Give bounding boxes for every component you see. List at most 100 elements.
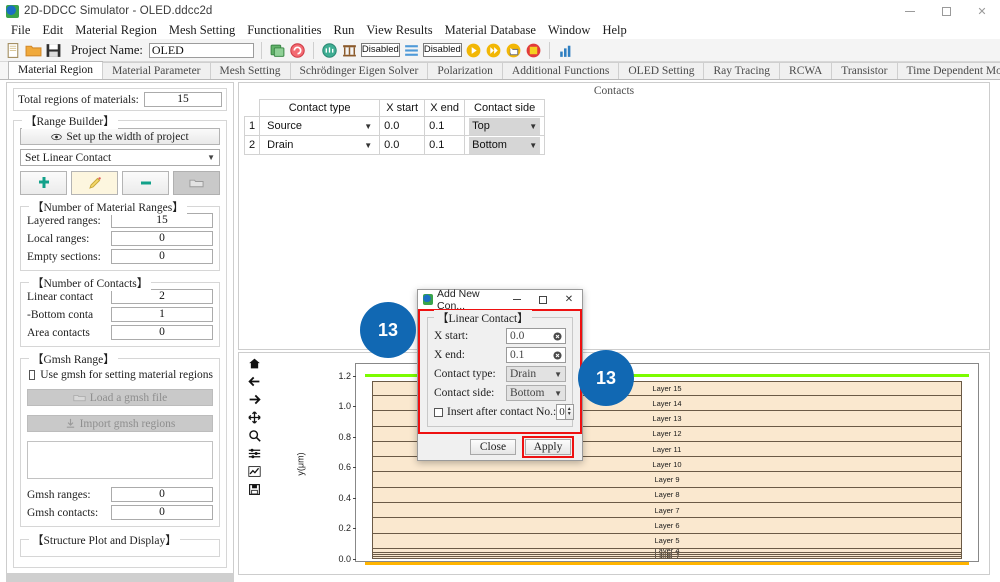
remove-range-button[interactable] <box>122 171 169 195</box>
edit-range-button[interactable] <box>71 171 118 195</box>
y-tick: 0.4 <box>338 493 356 503</box>
y-tick: 0.0 <box>338 554 356 564</box>
apply-button[interactable]: Apply <box>525 439 571 455</box>
x-end-input[interactable]: 0.1 <box>506 347 566 363</box>
dialog-close-button[interactable]: ✕ <box>556 290 582 309</box>
stop-icon[interactable] <box>525 42 542 59</box>
window-title: 2D-DDCC Simulator - OLED.ddcc2d <box>24 5 213 17</box>
menu-functionalities[interactable]: Functionalities <box>241 22 327 39</box>
tab-ray-tracing[interactable]: Ray Tracing <box>703 62 781 79</box>
gmsh-file-list[interactable] <box>27 441 213 479</box>
save-plot-icon[interactable] <box>248 483 261 496</box>
tab-rcwa[interactable]: RCWA <box>779 62 833 79</box>
set-width-button[interactable]: Set up the width of project <box>20 128 220 145</box>
new-file-icon[interactable] <box>5 42 22 59</box>
x-start-cell[interactable]: 0.0 <box>379 135 426 155</box>
home-icon[interactable] <box>248 357 261 370</box>
menu-mesh-setting[interactable]: Mesh Setting <box>163 22 241 39</box>
contact-side-select[interactable]: Bottom ▼ <box>506 385 566 401</box>
forward-arrow-icon[interactable] <box>248 393 261 406</box>
menu-material-region[interactable]: Material Region <box>69 22 163 39</box>
open-folder-icon[interactable] <box>25 42 42 59</box>
dialog-body: 【Linear Contact】 X start: 0.0 X end: 0.1… <box>420 310 580 432</box>
zoom-icon[interactable] <box>248 429 261 442</box>
menu-run[interactable]: Run <box>328 22 361 39</box>
menu-material-database[interactable]: Material Database <box>439 22 542 39</box>
total-regions-input[interactable]: 15 <box>143 92 222 107</box>
contact-side-cell[interactable]: Bottom ▼ <box>464 135 546 155</box>
project-name-input[interactable]: OLED <box>148 42 254 58</box>
contact-type-select[interactable]: Drain ▼ <box>506 366 566 382</box>
dialog-minimize-button[interactable] <box>504 290 530 309</box>
clear-icon[interactable] <box>553 350 562 360</box>
use-gmsh-checkbox-row[interactable]: Use gmsh for setting material regions <box>29 369 213 381</box>
table-row[interactable]: 2 Drain ▼ 0.0 0.1 Bottom ▼ <box>243 135 546 155</box>
linear-contact-input[interactable]: 2 <box>111 289 213 304</box>
tab-schrodinger-eigen-solver[interactable]: Schrödinger Eigen Solver <box>289 62 429 79</box>
x-start-input[interactable]: 0.0 <box>506 328 566 344</box>
table-row[interactable]: 1 Source ▼ 0.0 0.1 Top ▼ <box>243 116 546 136</box>
minimize-button[interactable] <box>892 0 928 22</box>
insert-after-checkbox-row[interactable]: Insert after contact No.: <box>434 406 556 418</box>
pan-icon[interactable] <box>247 411 261 424</box>
gmsh-contacts-input[interactable]: 0 <box>111 505 213 520</box>
tab-mesh-setting[interactable]: Mesh Setting <box>209 62 291 79</box>
save-icon[interactable] <box>45 42 62 59</box>
empty-sections-input[interactable]: 0 <box>111 249 213 264</box>
menu-help[interactable]: Help <box>596 22 632 39</box>
dialog-maximize-button[interactable] <box>530 290 556 309</box>
tab-time-dependent-module[interactable]: Time Dependent Module <box>896 62 1000 79</box>
tab-additional-functions[interactable]: Additional Functions <box>501 62 620 79</box>
contact-type-cell[interactable]: Drain ▼ <box>259 135 381 155</box>
use-gmsh-checkbox[interactable] <box>29 370 36 380</box>
run-batch-icon[interactable] <box>505 42 522 59</box>
chart-icon[interactable] <box>557 42 574 59</box>
disabled-field-2[interactable]: Disabled <box>422 43 462 57</box>
menu-view-results[interactable]: View Results <box>360 22 438 39</box>
configure-subplots-icon[interactable] <box>248 447 261 460</box>
add-range-button[interactable] <box>20 171 67 195</box>
insert-after-checkbox[interactable] <box>434 407 443 417</box>
insert-after-value[interactable]: 0 <box>556 404 565 420</box>
back-arrow-icon[interactable] <box>247 375 261 388</box>
close-button[interactable]: Close <box>470 439 516 455</box>
local-ranges-input[interactable]: 0 <box>111 231 213 246</box>
gmsh-ranges-input[interactable]: 0 <box>111 487 213 502</box>
tab-transistor[interactable]: Transistor <box>831 62 898 79</box>
load-gmsh-label: Load a gmsh file <box>89 391 168 404</box>
close-button[interactable]: ✕ <box>964 0 1000 22</box>
edit-curve-icon[interactable] <box>247 465 261 478</box>
x-end-cell[interactable]: 0.1 <box>424 116 466 136</box>
tab-polarization[interactable]: Polarization <box>427 62 503 79</box>
run-all-icon[interactable] <box>485 42 502 59</box>
y-axis-label: y(μm) <box>295 451 306 476</box>
sidebar-horizontal-scrollbar[interactable] <box>6 573 234 582</box>
reload-icon[interactable] <box>289 42 306 59</box>
tab-material-region[interactable]: Material Region <box>8 61 104 79</box>
run-icon[interactable] <box>465 42 482 59</box>
structure-icon[interactable] <box>341 42 358 59</box>
area-contacts-input[interactable]: 0 <box>111 325 213 340</box>
list-icon[interactable] <box>403 42 420 59</box>
refresh-icon[interactable] <box>269 42 286 59</box>
x-end-cell[interactable]: 0.1 <box>424 135 466 155</box>
disabled-field-1[interactable]: Disabled <box>360 43 400 57</box>
contact-mode-select[interactable]: Set Linear Contact ▼ <box>20 149 220 166</box>
layered-ranges-input[interactable]: 15 <box>111 213 213 228</box>
gmsh-range-title: 【Gmsh Range】 <box>29 351 118 367</box>
x-start-cell[interactable]: 0.0 <box>379 116 426 136</box>
bottom-contact-input[interactable]: 1 <box>111 307 213 322</box>
clear-icon[interactable] <box>553 331 562 341</box>
contact-type-cell[interactable]: Source ▼ <box>259 116 381 136</box>
contact-side-cell[interactable]: Top ▼ <box>464 116 546 136</box>
tab-oled-setting[interactable]: OLED Setting <box>618 62 705 79</box>
row-number: 2 <box>243 135 260 155</box>
insert-after-stepper[interactable]: 0 ▲ ▼ <box>556 404 574 420</box>
maximize-button[interactable] <box>928 0 964 22</box>
stepper-arrows-icon[interactable]: ▲ ▼ <box>564 404 574 420</box>
menu-edit[interactable]: Edit <box>36 22 69 39</box>
menu-file[interactable]: File <box>5 22 36 39</box>
mesh-icon[interactable] <box>321 42 338 59</box>
tab-material-parameter[interactable]: Material Parameter <box>102 62 211 79</box>
menu-window[interactable]: Window <box>542 22 597 39</box>
